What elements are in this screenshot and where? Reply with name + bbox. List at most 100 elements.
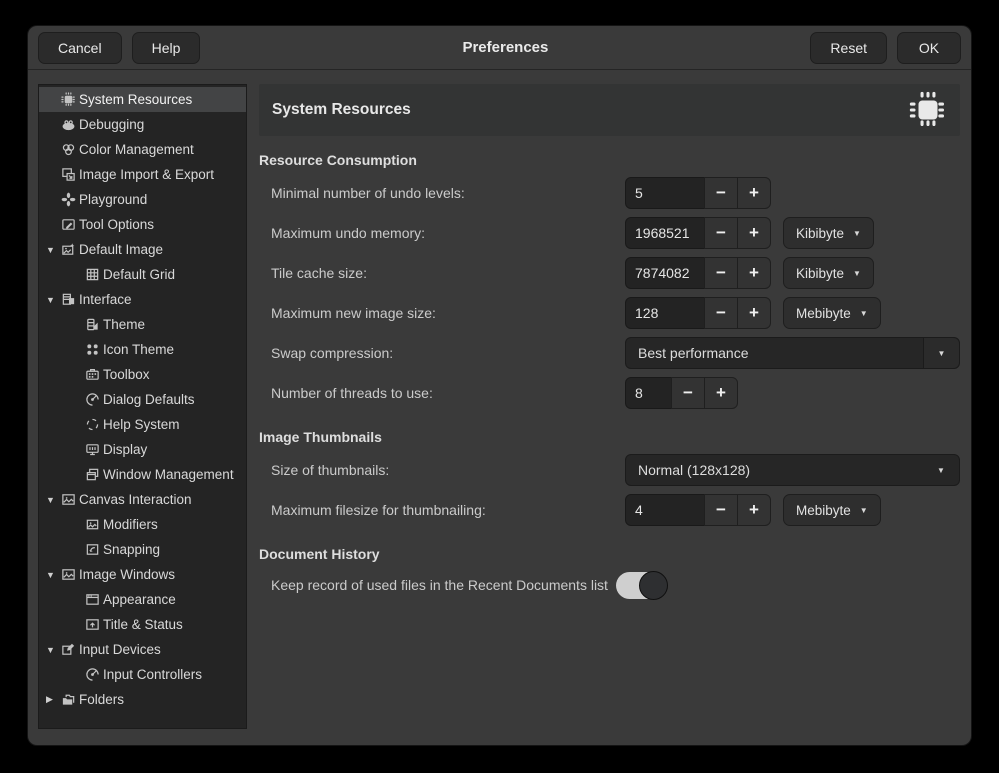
sidebar-item-label: Playground: [78, 192, 147, 207]
expander-icon[interactable]: ▶: [44, 694, 61, 705]
preferences-tree: System Resources Debugging Color Managemen…: [38, 84, 247, 729]
sidebar-item-folders[interactable]: ▶Folders: [39, 687, 246, 712]
combo-box-value: Best performance: [626, 345, 923, 361]
sidebar-item-canvas-interaction[interactable]: ▼Canvas Interaction: [39, 487, 246, 512]
recent-documents-toggle[interactable]: [616, 572, 666, 599]
dialog-title: Preferences: [200, 39, 810, 56]
field-label: Maximum new image size:: [259, 305, 436, 321]
expander-icon[interactable]: ▼: [44, 645, 61, 655]
sidebar-item-color-management[interactable]: Color Management: [39, 137, 246, 162]
expander-icon[interactable]: ▼: [44, 245, 61, 255]
plus-icon: +: [749, 500, 759, 520]
sidebar-item-snapping[interactable]: Snapping: [39, 537, 246, 562]
increment-button[interactable]: +: [737, 297, 771, 329]
sidebar-item-toolbox[interactable]: Toolbox: [39, 362, 246, 387]
unit-dropdown-value: Kibibyte: [796, 226, 844, 241]
expander-icon[interactable]: ▼: [44, 495, 61, 505]
sidebar-item-system-resources[interactable]: System Resources: [39, 87, 246, 112]
unit-dropdown-value: Mebibyte: [796, 306, 851, 321]
increment-button[interactable]: +: [737, 257, 771, 289]
cpu-icon: [909, 91, 947, 129]
snapping-icon: [85, 542, 102, 558]
help-button[interactable]: Help: [132, 32, 201, 64]
theme-icon: [85, 317, 102, 333]
sidebar-item-window-management[interactable]: Window Management: [39, 462, 246, 487]
decrement-button[interactable]: −: [671, 377, 705, 409]
form-row-inner: Maximum new image size: −+ Mebibyte ▼: [259, 293, 960, 333]
decrement-button[interactable]: −: [704, 494, 738, 526]
sidebar-item-input-devices[interactable]: ▼Input Devices: [39, 637, 246, 662]
sidebar-item-default-image[interactable]: ▼ Default Image: [39, 237, 246, 262]
increment-button[interactable]: +: [704, 377, 738, 409]
cancel-button[interactable]: Cancel: [38, 32, 122, 64]
decrement-button[interactable]: −: [704, 217, 738, 249]
modifiers-icon: [85, 517, 102, 533]
input-devices-icon: [61, 642, 78, 658]
sidebar-item-modifiers[interactable]: Modifiers: [39, 512, 246, 537]
chevron-down-icon: ▼: [860, 309, 868, 318]
value-entry[interactable]: [625, 217, 705, 249]
sidebar-item-dialog-defaults[interactable]: Dialog Defaults: [39, 387, 246, 412]
sidebar-item-image-windows[interactable]: ▼Image Windows: [39, 562, 246, 587]
sidebar-item-label: System Resources: [78, 92, 192, 107]
sidebar-item-title-status[interactable]: Title & Status: [39, 612, 246, 637]
combo-arrow-cell[interactable]: ▼: [923, 338, 959, 368]
sidebar-item-help-system[interactable]: Help System: [39, 412, 246, 437]
sidebar-item-theme[interactable]: Theme: [39, 312, 246, 337]
spin-control: −+ Kibibyte▼: [625, 257, 874, 289]
unit-dropdown[interactable]: Mebibyte▼: [783, 494, 881, 526]
sidebar-item-interface[interactable]: ▼ Interface: [39, 287, 246, 312]
minus-icon: −: [716, 263, 726, 283]
value-entry[interactable]: [625, 377, 672, 409]
sidebar-item-label: Default Image: [78, 242, 163, 257]
field-label: Maximum undo memory:: [259, 225, 425, 241]
combo-box[interactable]: Best performance▼: [625, 337, 960, 369]
sidebar-item-label: Interface: [78, 292, 132, 307]
sidebar-item-default-grid[interactable]: Default Grid: [39, 262, 246, 287]
form-row: Maximum undo memory: −+ Kibibyte▼: [259, 213, 960, 253]
sidebar-item-label: Snapping: [102, 542, 160, 557]
unit-dropdown[interactable]: Kibibyte▼: [783, 257, 874, 289]
plus-icon: +: [716, 383, 726, 403]
expander-icon[interactable]: ▼: [44, 570, 61, 580]
value-entry[interactable]: [625, 257, 705, 289]
decrement-button[interactable]: −: [704, 297, 738, 329]
ok-button[interactable]: OK: [897, 32, 961, 64]
sidebar-item-icon-theme[interactable]: Icon Theme: [39, 337, 246, 362]
reset-button[interactable]: Reset: [810, 32, 887, 64]
value-entry[interactable]: [625, 494, 705, 526]
sidebar-item-label: Color Management: [78, 142, 194, 157]
icon-theme-icon: [85, 342, 102, 358]
combo-arrow-cell[interactable]: ▼: [923, 455, 959, 485]
sidebar-item-label: Icon Theme: [102, 342, 174, 357]
unit-dropdown[interactable]: Mebibyte ▼: [783, 297, 881, 329]
section-title: Document History: [259, 546, 960, 562]
plus-icon: +: [749, 303, 759, 323]
value-entry[interactable]: [625, 177, 705, 209]
toggle-knob: [639, 571, 668, 600]
spin-control: −+ Mebibyte ▼: [625, 297, 881, 329]
unit-dropdown[interactable]: Kibibyte▼: [783, 217, 874, 249]
page-sections: Resource ConsumptionMinimal number of un…: [259, 152, 960, 603]
chevron-down-icon: ▼: [853, 269, 861, 278]
decrement-button[interactable]: −: [704, 257, 738, 289]
sidebar-item-tool-options[interactable]: Tool Options: [39, 212, 246, 237]
sidebar-item-appearance[interactable]: Appearance: [39, 587, 246, 612]
sidebar-item-display[interactable]: Display: [39, 437, 246, 462]
increment-button[interactable]: +: [737, 494, 771, 526]
sidebar-item-playground[interactable]: Playground: [39, 187, 246, 212]
sidebar-item-label: Tool Options: [78, 217, 154, 232]
value-entry[interactable]: [625, 297, 705, 329]
form-row: Swap compression:Best performance▼: [259, 333, 960, 373]
increment-button[interactable]: +: [737, 177, 771, 209]
increment-button[interactable]: +: [737, 217, 771, 249]
combo-box[interactable]: Normal (128x128)▼: [625, 454, 960, 486]
decrement-button[interactable]: −: [704, 177, 738, 209]
sidebar-item-debugging[interactable]: Debugging: [39, 112, 246, 137]
field-label: Keep record of used files in the Recent …: [259, 577, 608, 593]
title-status-icon: [85, 617, 102, 633]
page-header: System Resources: [259, 84, 960, 136]
sidebar-item-input-controllers[interactable]: Input Controllers: [39, 662, 246, 687]
expander-icon[interactable]: ▼: [44, 295, 61, 305]
sidebar-item-image-import-export[interactable]: Image Import & Export: [39, 162, 246, 187]
